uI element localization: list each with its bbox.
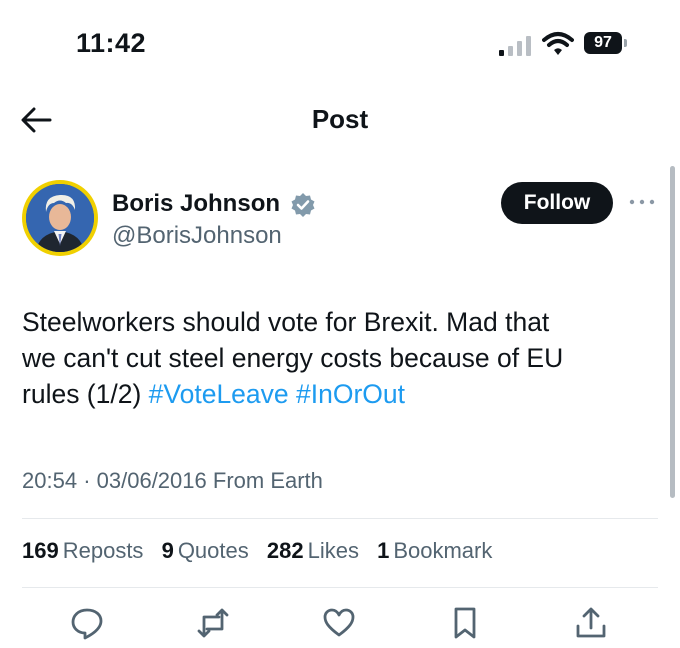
stat-label: Reposts [62, 538, 144, 563]
stat-label: Bookmark [393, 538, 493, 563]
scrollbar[interactable] [670, 166, 675, 498]
share-icon[interactable] [574, 606, 608, 640]
like-icon[interactable] [322, 606, 356, 640]
avatar-photo [26, 184, 94, 252]
post-metadata: 20:54 · 03/06/2016 From Earth [22, 468, 323, 494]
post-text-segment: rules (1/2) [22, 379, 149, 409]
reply-icon[interactable] [70, 606, 104, 640]
stat-count: 169 [22, 538, 59, 563]
bookmarks-stat[interactable]: 1 Bookmark [377, 538, 492, 563]
status-bar: 11:42 97 [0, 0, 680, 90]
post-text-line: rules (1/2) #VoteLeave #InOrOut [22, 376, 652, 412]
post-text-line: we can't cut steel energy costs because … [22, 343, 564, 373]
post-date: 03/06/2016 [96, 468, 207, 493]
verified-badge-icon [291, 193, 315, 217]
battery-level: 97 [584, 32, 622, 54]
battery-icon: 97 [584, 32, 630, 56]
bookmark-icon[interactable] [448, 606, 482, 640]
status-time: 11:42 [76, 28, 147, 58]
wifi-icon [542, 32, 574, 55]
hashtag-link[interactable]: #VoteLeave [149, 379, 289, 409]
post-time: 20:54 [22, 468, 78, 493]
post-text: Steelworkers should vote for Brexit. Mad… [22, 304, 652, 412]
reposts-stat[interactable]: 169 Reposts [22, 538, 143, 563]
quotes-stat[interactable]: 9 Quotes [162, 538, 249, 563]
follow-button[interactable]: Follow [501, 182, 613, 224]
divider [22, 518, 658, 519]
cellular-signal-icon [499, 36, 531, 56]
author-name[interactable]: Boris Johnson [112, 190, 280, 218]
top-nav: Post [0, 96, 680, 146]
back-arrow-icon[interactable] [20, 106, 52, 134]
post-source: From Earth [212, 468, 323, 493]
stat-count: 282 [266, 538, 304, 563]
likes-stat[interactable]: 282 Likes [267, 538, 359, 563]
divider [22, 587, 658, 588]
page-title: Post [311, 104, 369, 134]
post-stats: 169 Reposts 9 Quotes 282 Likes 1 Bookmark [22, 538, 504, 564]
avatar-portrait-icon [26, 184, 94, 252]
stat-label: Likes [307, 538, 359, 563]
hashtag-link[interactable]: #InOrOut [296, 379, 405, 409]
stat-count: 9 [161, 538, 174, 563]
stat-label: Quotes [177, 538, 249, 563]
repost-icon[interactable] [196, 606, 230, 640]
meta-separator: · [83, 468, 97, 493]
author-handle[interactable]: @BorisJohnson [112, 222, 282, 250]
stat-count: 1 [377, 538, 390, 563]
more-options-icon[interactable] [628, 195, 656, 209]
battery-tip [624, 39, 627, 47]
avatar[interactable] [22, 180, 98, 256]
post-text-line: Steelworkers should vote for Brexit. Mad… [22, 307, 550, 337]
